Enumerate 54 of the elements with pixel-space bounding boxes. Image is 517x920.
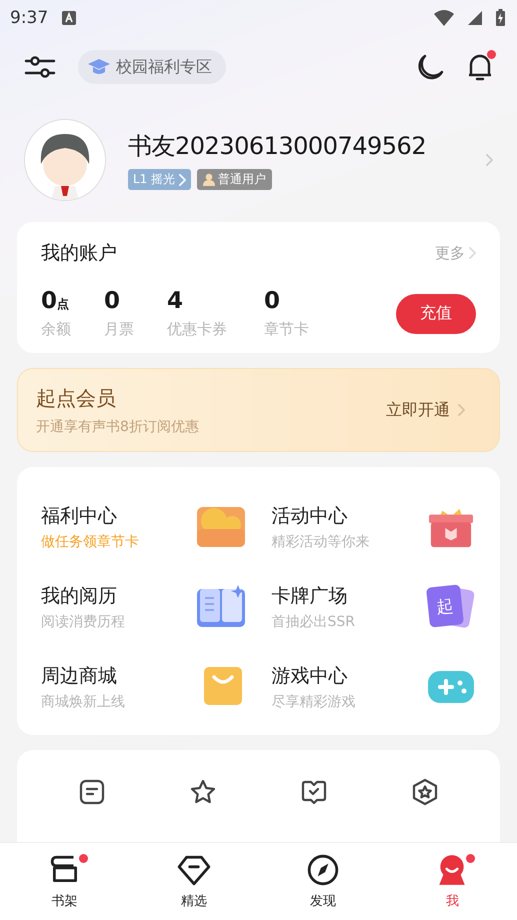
stat-value: 0 — [264, 288, 282, 314]
feature-subtitle: 尽享精彩游戏 — [272, 693, 356, 711]
feature-title[interactable]: 游戏中心 — [272, 663, 356, 689]
graduation-cap-icon — [88, 58, 110, 76]
book-icon — [196, 585, 246, 629]
feature-title[interactable]: 福利中心 — [41, 503, 139, 529]
feature-subtitle: 商城焕新上线 — [41, 693, 125, 711]
coin-wallet-icon — [196, 505, 246, 549]
stat-label: 章节卡 — [264, 320, 310, 339]
chevron-icon — [179, 174, 186, 186]
stat-value: 0点 — [41, 288, 70, 314]
compass-icon — [308, 854, 338, 886]
activate-button[interactable]: 立即开通 — [380, 398, 471, 422]
feature-title[interactable]: 卡牌广场 — [272, 583, 356, 609]
chevron-icon — [469, 247, 476, 259]
book-check-icon[interactable] — [300, 778, 328, 806]
stat-label: 优惠卡券 — [167, 320, 228, 339]
profile-chevron-icon — [486, 154, 493, 166]
feature-subtitle: 阅读消费历程 — [41, 613, 125, 631]
profile-icon — [440, 855, 466, 885]
nav-tab[interactable]: 发现 — [258, 843, 388, 920]
nav-tab[interactable]: 精选 — [129, 843, 258, 920]
keyboard-icon — [62, 10, 76, 24]
status-time: 9:37 — [10, 8, 48, 28]
membership-title: 起点会员 — [36, 384, 117, 412]
wifi-icon — [434, 10, 454, 26]
star-icon[interactable] — [189, 778, 218, 806]
feature-title[interactable]: 我的阅历 — [41, 583, 125, 609]
feature-subtitle: 精彩活动等你来 — [272, 533, 370, 551]
stat-label: 月票 — [104, 320, 135, 339]
user-name: 书友20230613000749562 — [128, 131, 428, 162]
stat-value: 0 — [104, 288, 122, 314]
hexagon-star-icon[interactable] — [410, 778, 439, 806]
stat-label: 余额 — [41, 320, 72, 339]
feature-subtitle: 做任务领章节卡 — [41, 533, 139, 551]
bookshelf-icon — [50, 856, 77, 882]
membership-banner[interactable]: 起点会员 开通享有声书8折订阅优惠 立即开通 — [17, 368, 500, 452]
feature-title[interactable]: 活动中心 — [272, 503, 370, 529]
account-title: 我的账户 — [41, 241, 117, 266]
membership-subtitle: 开通享有声书8折订阅优惠 — [36, 418, 200, 436]
battery-icon — [496, 9, 505, 26]
note-icon[interactable] — [78, 778, 106, 806]
feature-title[interactable]: 周边商城 — [41, 663, 125, 689]
nav-tab[interactable]: 书架 — [0, 843, 130, 920]
role-badge: 普通用户 — [197, 169, 272, 190]
recharge-button[interactable]: 充值 — [396, 294, 476, 334]
chevron-icon — [458, 404, 465, 416]
diamond-icon — [178, 856, 210, 886]
signal-icon — [468, 10, 482, 24]
feature-subtitle: 首抽必出SSR — [272, 613, 356, 631]
notification-button[interactable] — [467, 52, 493, 82]
nav-tab[interactable]: 我 — [388, 843, 517, 920]
campus-button[interactable]: 校园福利专区 — [78, 50, 226, 84]
stat-value: 4 — [167, 288, 184, 314]
